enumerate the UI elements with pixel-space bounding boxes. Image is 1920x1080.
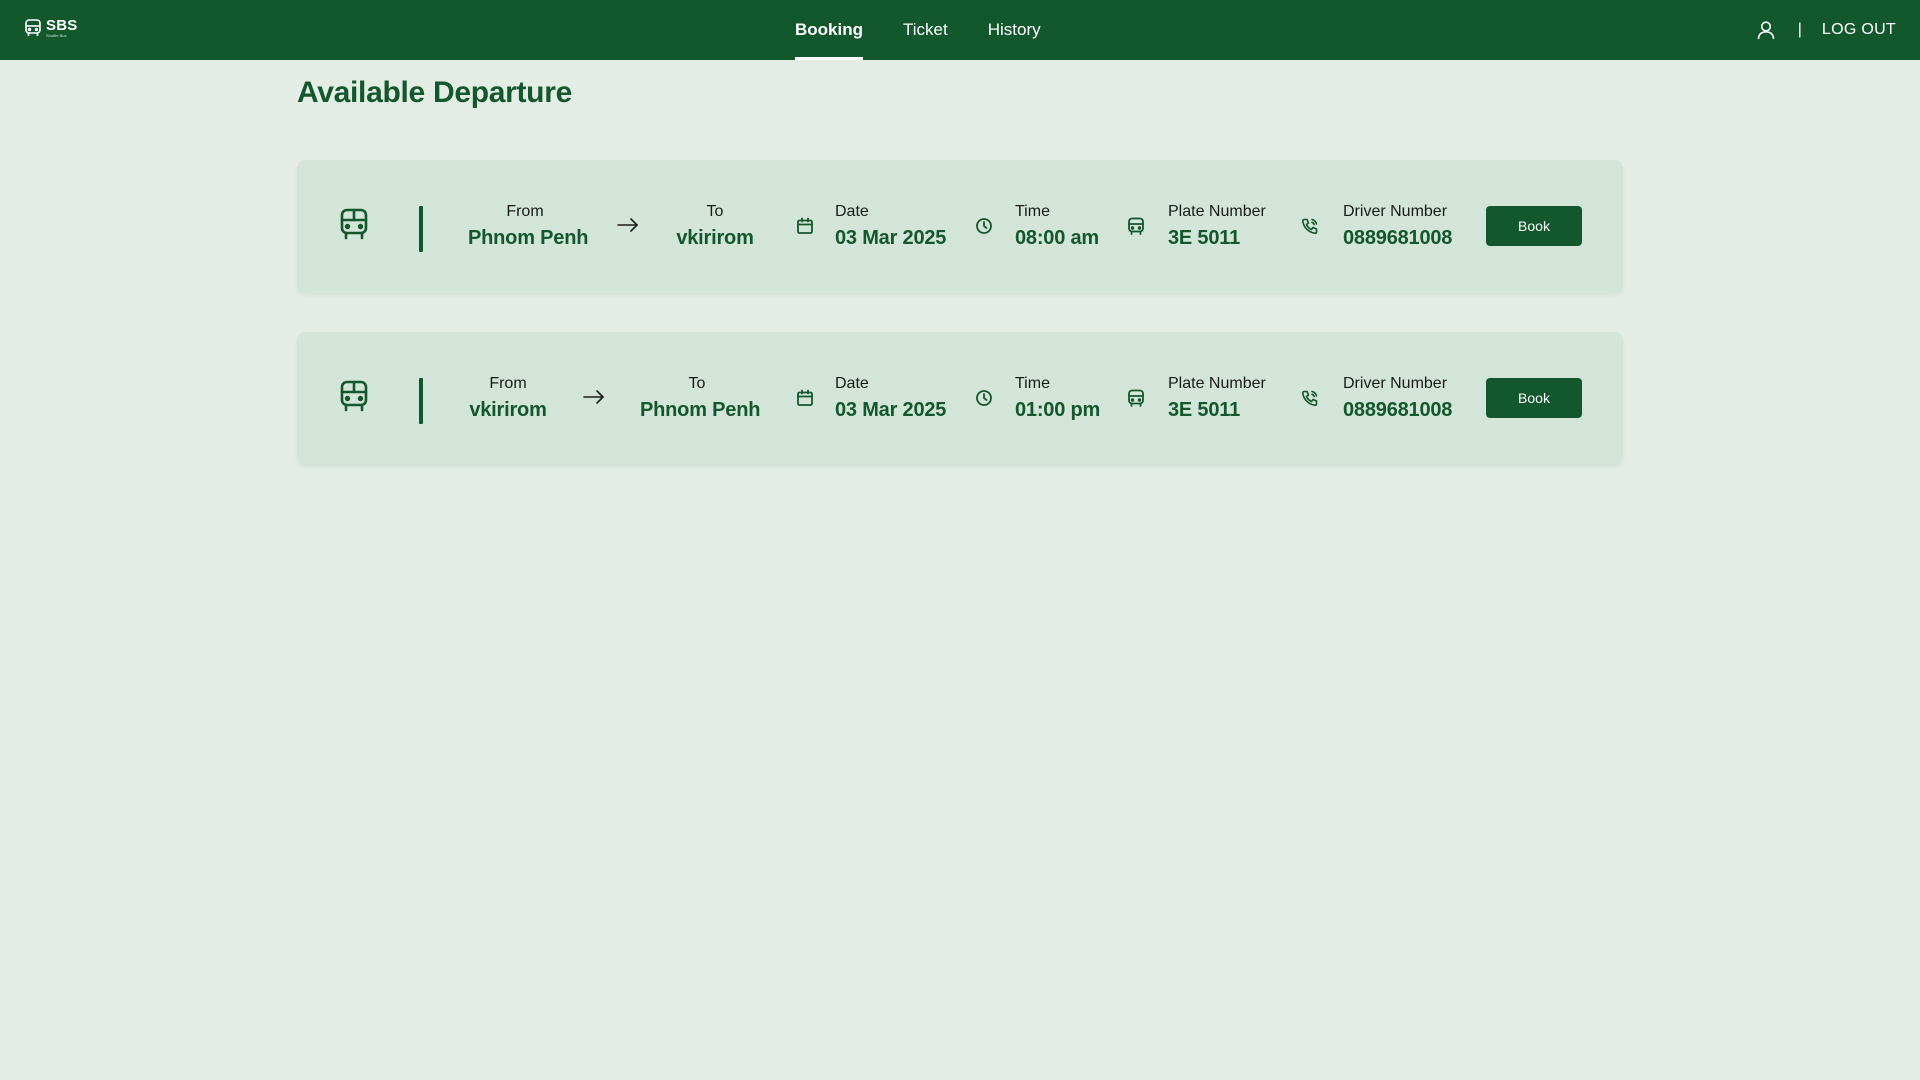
arrow-right-icon xyxy=(582,389,606,410)
plate-bus-icon xyxy=(1127,217,1145,240)
phone-icon xyxy=(1301,389,1319,412)
page-title: Available Departure xyxy=(297,76,572,109)
to-field: To Phnom Penh xyxy=(640,375,761,421)
to-label: To xyxy=(706,203,724,220)
logo[interactable]: SBS Shuttle Bus xyxy=(24,18,77,38)
plate-label: Plate Number xyxy=(1168,203,1266,220)
top-navbar: SBS Shuttle Bus Booking Ticket History |… xyxy=(0,0,1920,60)
time-field: Time 08:00 am xyxy=(1015,203,1100,249)
card-divider xyxy=(419,206,423,252)
to-field: To vkirirom xyxy=(675,203,755,249)
nav-history[interactable]: History xyxy=(988,0,1041,60)
card-divider xyxy=(419,378,423,424)
time-value: 08:00 am xyxy=(1015,227,1100,249)
from-value: vkirirom xyxy=(469,399,547,421)
plate-label: Plate Number xyxy=(1168,375,1266,392)
user-area: | LOG OUT xyxy=(1756,0,1896,60)
time-field: Time 01:00 pm xyxy=(1015,375,1101,421)
time-value: 01:00 pm xyxy=(1015,399,1101,421)
clock-icon xyxy=(975,389,993,412)
time-label: Time xyxy=(1015,203,1050,220)
time-label: Time xyxy=(1015,375,1050,392)
date-field: Date 03 Mar 2025 xyxy=(835,203,947,249)
phone-icon xyxy=(1301,217,1319,240)
to-value: vkirirom xyxy=(676,227,754,249)
date-value: 03 Mar 2025 xyxy=(835,399,947,421)
date-label: Date xyxy=(835,203,869,220)
arrow-right-icon xyxy=(616,217,640,238)
nav-ticket[interactable]: Ticket xyxy=(903,0,948,60)
to-value: Phnom Penh xyxy=(640,399,761,421)
clock-icon xyxy=(975,217,993,240)
plate-value: 3E 5011 xyxy=(1168,227,1241,249)
book-button[interactable]: Book xyxy=(1486,378,1582,418)
date-field: Date 03 Mar 2025 xyxy=(835,375,947,421)
to-label: To xyxy=(688,375,706,392)
bus-icon xyxy=(339,208,369,246)
plate-field: Plate Number 3E 5011 xyxy=(1168,375,1266,421)
calendar-icon xyxy=(796,217,814,240)
bus-logo-icon xyxy=(24,18,42,38)
plate-bus-icon xyxy=(1127,389,1145,412)
from-label: From xyxy=(489,375,527,392)
nav-booking[interactable]: Booking xyxy=(795,0,863,60)
departure-card: From Phnom Penh To vkirirom Date 03 Mar … xyxy=(297,160,1623,293)
driver-field: Driver Number 0889681008 xyxy=(1343,375,1453,421)
from-field: From Phnom Penh xyxy=(468,203,589,249)
from-field: From vkirirom xyxy=(468,375,548,421)
plate-value: 3E 5011 xyxy=(1168,399,1241,421)
bus-icon xyxy=(339,380,369,418)
driver-value: 0889681008 xyxy=(1343,227,1453,249)
calendar-icon xyxy=(796,389,814,412)
logo-subtext: Shuttle Bus xyxy=(46,33,67,38)
date-value: 03 Mar 2025 xyxy=(835,227,947,249)
from-value: Phnom Penh xyxy=(468,227,589,249)
book-button[interactable]: Book xyxy=(1486,206,1582,246)
date-label: Date xyxy=(835,375,869,392)
driver-value: 0889681008 xyxy=(1343,399,1453,421)
plate-field: Plate Number 3E 5011 xyxy=(1168,203,1266,249)
driver-label: Driver Number xyxy=(1343,375,1448,392)
departure-card: From vkirirom To Phnom Penh Date 03 Mar … xyxy=(297,332,1623,465)
user-icon[interactable] xyxy=(1756,20,1776,40)
driver-label: Driver Number xyxy=(1343,203,1448,220)
logo-text: SBS xyxy=(46,17,78,34)
from-label: From xyxy=(506,203,544,220)
header-divider: | xyxy=(1797,21,1802,38)
main-nav: Booking Ticket History xyxy=(795,0,1081,60)
driver-field: Driver Number 0889681008 xyxy=(1343,203,1453,249)
logout-button[interactable]: LOG OUT xyxy=(1822,21,1896,39)
